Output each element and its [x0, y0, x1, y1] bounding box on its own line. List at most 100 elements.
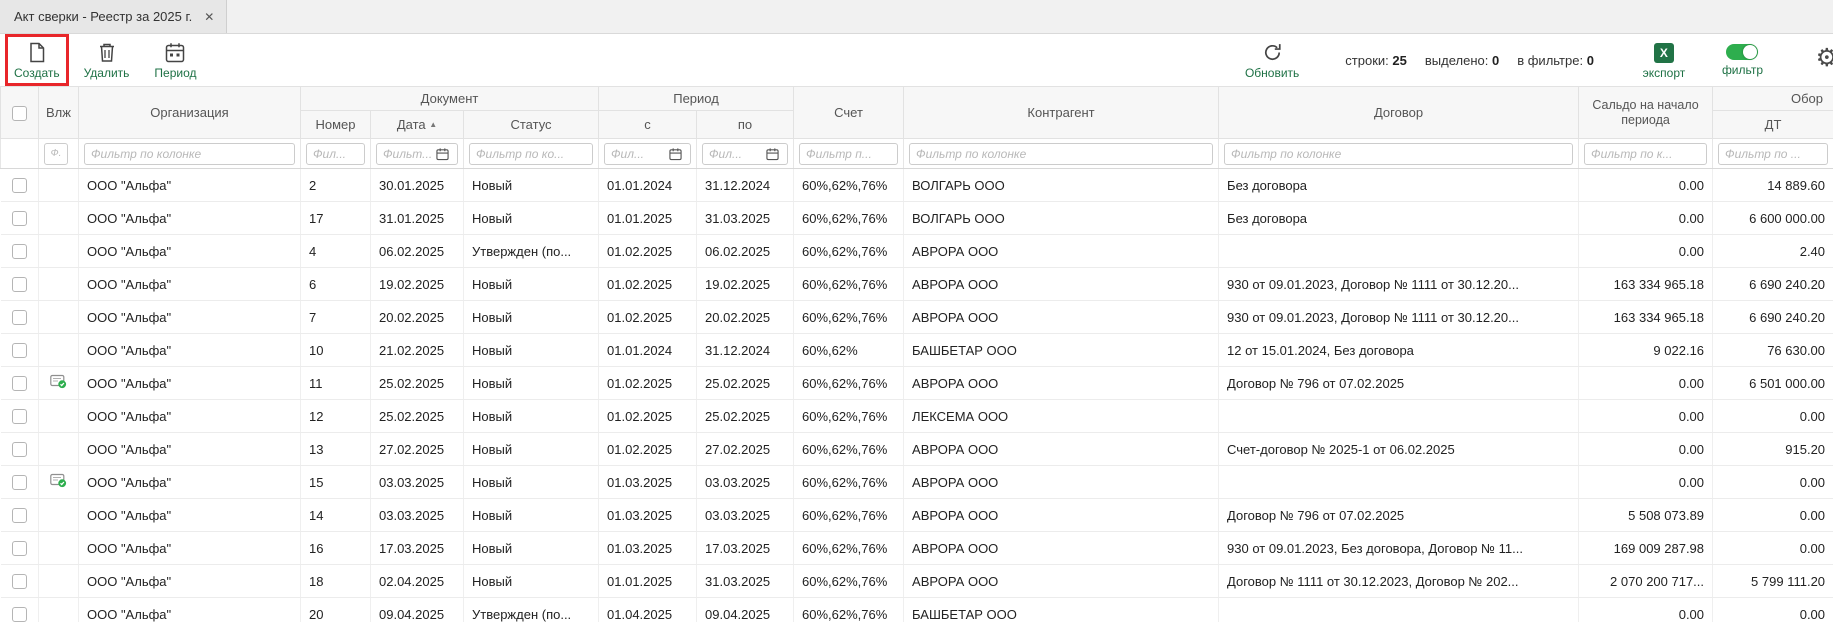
row-checkbox[interactable] [12, 541, 27, 556]
selected-count: выделено: 0 [1425, 53, 1499, 68]
col-header-date[interactable]: Дата ▲ [371, 111, 464, 139]
account-filter-input[interactable] [799, 143, 898, 165]
row-checkbox-cell [1, 169, 39, 202]
cell-organization: ООО "Альфа" [79, 301, 301, 334]
create-button[interactable]: Создать [8, 37, 66, 83]
contract-filter-input[interactable] [1224, 143, 1573, 165]
table-row[interactable]: ООО "Альфа"1503.03.2025Новый01.03.202503… [1, 466, 1833, 499]
settings-gear-icon[interactable]: ⚙ [1816, 46, 1833, 71]
cell-organization: ООО "Альфа" [79, 367, 301, 400]
close-icon[interactable]: ✕ [204, 11, 214, 23]
row-checkbox[interactable] [12, 211, 27, 226]
group-header-turnover: Обор [1713, 87, 1833, 111]
row-checkbox-cell [1, 367, 39, 400]
row-checkbox[interactable] [12, 574, 27, 589]
cell-from: 01.01.2024 [599, 169, 697, 202]
table-row[interactable]: ООО "Альфа"230.01.2025Новый01.01.202431.… [1, 169, 1833, 202]
col-header-account[interactable]: Счет [794, 87, 904, 139]
new-document-icon [28, 42, 46, 64]
filter-toggle-label: фильтр [1722, 64, 1763, 76]
calendar-icon[interactable] [669, 147, 682, 160]
cell-saldo: 0.00 [1579, 367, 1713, 400]
cell-from: 01.02.2025 [599, 367, 697, 400]
filter-toggle[interactable]: фильтр [1722, 44, 1763, 76]
row-checkbox[interactable] [12, 244, 27, 259]
col-header-contract[interactable]: Договор [1219, 87, 1579, 139]
row-checkbox[interactable] [12, 508, 27, 523]
export-button-label: экспорт [1643, 67, 1686, 79]
col-header-number[interactable]: Номер [301, 111, 371, 139]
cell-dt: 76 630.00 [1713, 334, 1833, 367]
table-row[interactable]: ООО "Альфа"1617.03.2025Новый01.03.202517… [1, 532, 1833, 565]
cell-status: Новый [464, 532, 599, 565]
cell-date: 21.02.2025 [371, 334, 464, 367]
cell-contract: 930 от 09.01.2023, Договор № 1111 от 30.… [1219, 268, 1579, 301]
cell-account: 60%,62% [794, 334, 904, 367]
col-header-organization[interactable]: Организация [79, 87, 301, 139]
cell-number: 10 [301, 334, 371, 367]
table-row[interactable]: ООО "Альфа"1225.02.2025Новый01.02.202525… [1, 400, 1833, 433]
col-header-vlzh[interactable]: Влж [39, 87, 79, 139]
table-row[interactable]: ООО "Альфа"1021.02.2025Новый01.01.202431… [1, 334, 1833, 367]
attachment-icon [50, 374, 67, 389]
table-row[interactable]: ООО "Альфа"1731.01.2025Новый01.01.202531… [1, 202, 1833, 235]
cell-account: 60%,62%,76% [794, 532, 904, 565]
cell-dt: 0.00 [1713, 532, 1833, 565]
row-checkbox[interactable] [12, 178, 27, 193]
table-row[interactable]: ООО "Альфа"1125.02.2025Новый01.02.202525… [1, 367, 1833, 400]
col-header-status[interactable]: Статус [464, 111, 599, 139]
row-checkbox[interactable] [12, 376, 27, 391]
row-checkbox[interactable] [12, 607, 27, 622]
col-header-to[interactable]: по [697, 111, 794, 139]
cell-organization: ООО "Альфа" [79, 235, 301, 268]
dt-filter-input[interactable] [1718, 143, 1828, 165]
table-row[interactable]: ООО "Альфа"720.02.2025Новый01.02.202520.… [1, 301, 1833, 334]
cell-saldo: 163 334 965.18 [1579, 301, 1713, 334]
table-row[interactable]: ООО "Альфа"1327.02.2025Новый01.02.202527… [1, 433, 1833, 466]
table-row[interactable]: ООО "Альфа"2009.04.2025Утвержден (по...0… [1, 598, 1833, 622]
col-header-saldo[interactable]: Сальдо на начало периода [1579, 87, 1713, 139]
row-checkbox[interactable] [12, 310, 27, 325]
contragent-filter-input[interactable] [909, 143, 1213, 165]
table-row[interactable]: ООО "Альфа"619.02.2025Новый01.02.202519.… [1, 268, 1833, 301]
select-all-checkbox[interactable] [12, 106, 27, 121]
cell-attachment [39, 433, 79, 466]
col-header-dt[interactable]: ДТ [1713, 111, 1833, 139]
delete-button[interactable]: Удалить [78, 37, 136, 83]
table-row[interactable]: ООО "Альфа"1802.04.2025Новый01.01.202531… [1, 565, 1833, 598]
cell-number: 16 [301, 532, 371, 565]
cell-contract: Договор № 796 от 07.02.2025 [1219, 367, 1579, 400]
cell-contragent: АВРОРА ООО [904, 367, 1219, 400]
period-button[interactable]: Период [147, 37, 203, 83]
table-row[interactable]: ООО "Альфа"406.02.2025Утвержден (по...01… [1, 235, 1833, 268]
cell-dt: 6 501 000.00 [1713, 367, 1833, 400]
table-row[interactable]: ООО "Альфа"1403.03.2025Новый01.03.202503… [1, 499, 1833, 532]
row-checkbox[interactable] [12, 475, 27, 490]
col-header-contragent[interactable]: Контрагент [904, 87, 1219, 139]
row-checkbox[interactable] [12, 343, 27, 358]
tab-akt-sverki[interactable]: Акт сверки - Реестр за 2025 г. ✕ [0, 0, 227, 33]
cell-contragent: АВРОРА ООО [904, 301, 1219, 334]
saldo-filter-input[interactable] [1584, 143, 1707, 165]
status-filter-input[interactable] [469, 143, 593, 165]
row-checkbox[interactable] [12, 442, 27, 457]
export-excel-button[interactable]: X экспорт [1636, 37, 1692, 83]
filter-row: Ф. [1, 139, 1833, 169]
row-checkbox[interactable] [12, 409, 27, 424]
trash-icon [98, 42, 116, 64]
cell-contract [1219, 235, 1579, 268]
cell-contragent: БАШБЕТАР ООО [904, 598, 1219, 622]
col-header-from[interactable]: с [599, 111, 697, 139]
cell-saldo: 169 009 287.98 [1579, 532, 1713, 565]
cell-organization: ООО "Альфа" [79, 499, 301, 532]
calendar-icon[interactable] [436, 147, 449, 160]
vlzh-filter[interactable]: Ф. [44, 143, 68, 165]
cell-contract: Без договора [1219, 202, 1579, 235]
excel-icon: X [1654, 43, 1674, 63]
calendar-icon[interactable] [766, 147, 779, 160]
row-checkbox[interactable] [12, 277, 27, 292]
organization-filter-input[interactable] [84, 143, 295, 165]
cell-date: 09.04.2025 [371, 598, 464, 622]
refresh-button[interactable]: Обновить [1239, 37, 1305, 83]
number-filter-input[interactable] [306, 143, 365, 165]
